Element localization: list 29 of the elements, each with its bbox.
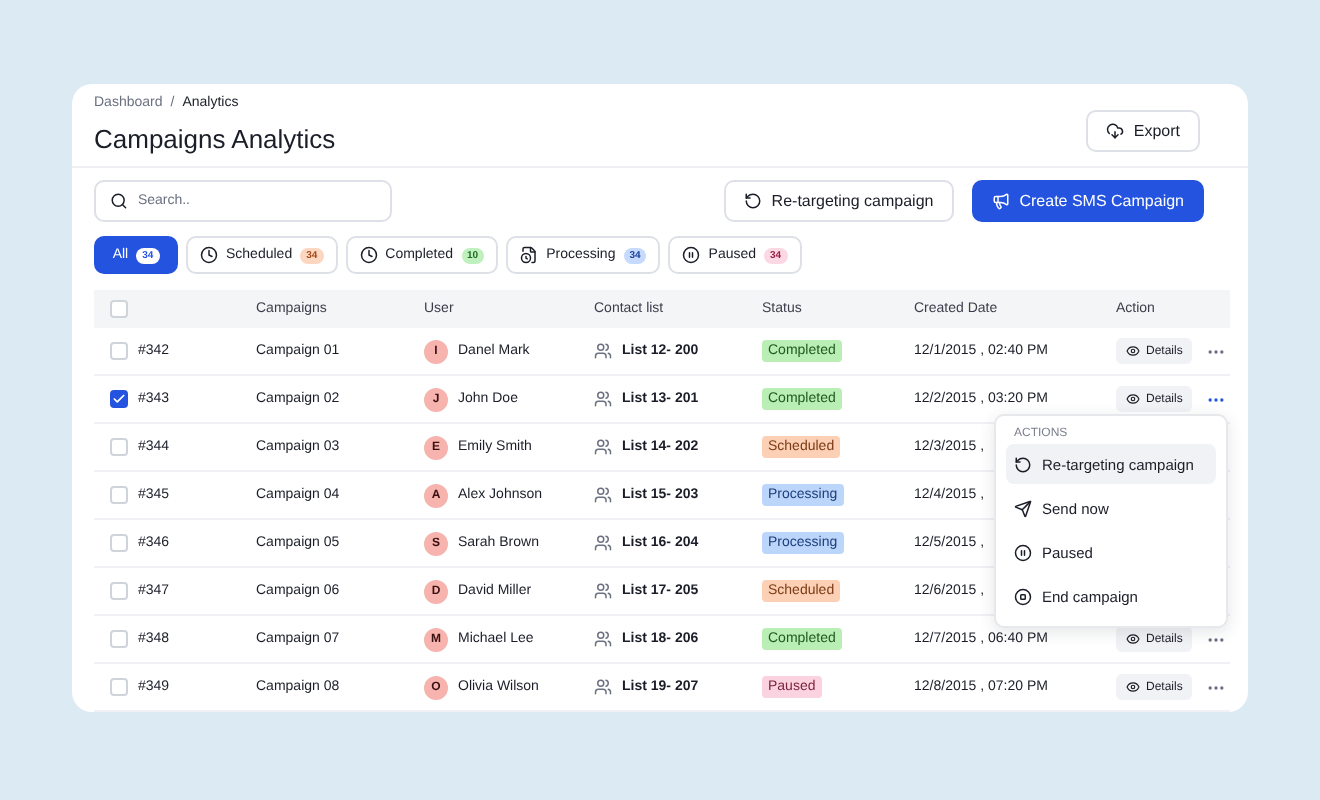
eye-icon — [1126, 632, 1140, 646]
pause-icon — [1014, 543, 1032, 561]
users-icon — [594, 534, 612, 552]
retargeting-button[interactable]: Re-targeting campaign — [723, 180, 954, 222]
send-icon — [1014, 499, 1032, 517]
users-icon — [594, 486, 612, 504]
clock-icon — [359, 246, 378, 264]
clock-icon — [200, 246, 218, 264]
create-campaign-button[interactable]: Create SMS Campaign — [971, 180, 1204, 222]
eye-icon — [1126, 392, 1140, 406]
stop-icon — [1014, 587, 1032, 605]
pause-icon — [682, 246, 701, 264]
users-icon — [594, 438, 612, 456]
search-icon — [110, 192, 128, 210]
checkbox[interactable] — [110, 390, 128, 408]
users-icon — [594, 342, 612, 360]
page-title: Campaigns Analytics — [94, 124, 336, 154]
users-icon — [594, 582, 612, 600]
undo-icon — [743, 192, 762, 210]
export-button[interactable]: Export — [1085, 110, 1200, 152]
undo-icon — [1014, 455, 1032, 473]
users-icon — [594, 390, 612, 408]
cloud-download-icon — [1105, 122, 1124, 140]
eye-icon — [1126, 344, 1140, 358]
megaphone-icon — [991, 192, 1010, 210]
users-icon — [594, 630, 612, 648]
eye-icon — [1126, 680, 1140, 694]
file-icon — [520, 246, 539, 264]
users-icon — [594, 678, 612, 696]
